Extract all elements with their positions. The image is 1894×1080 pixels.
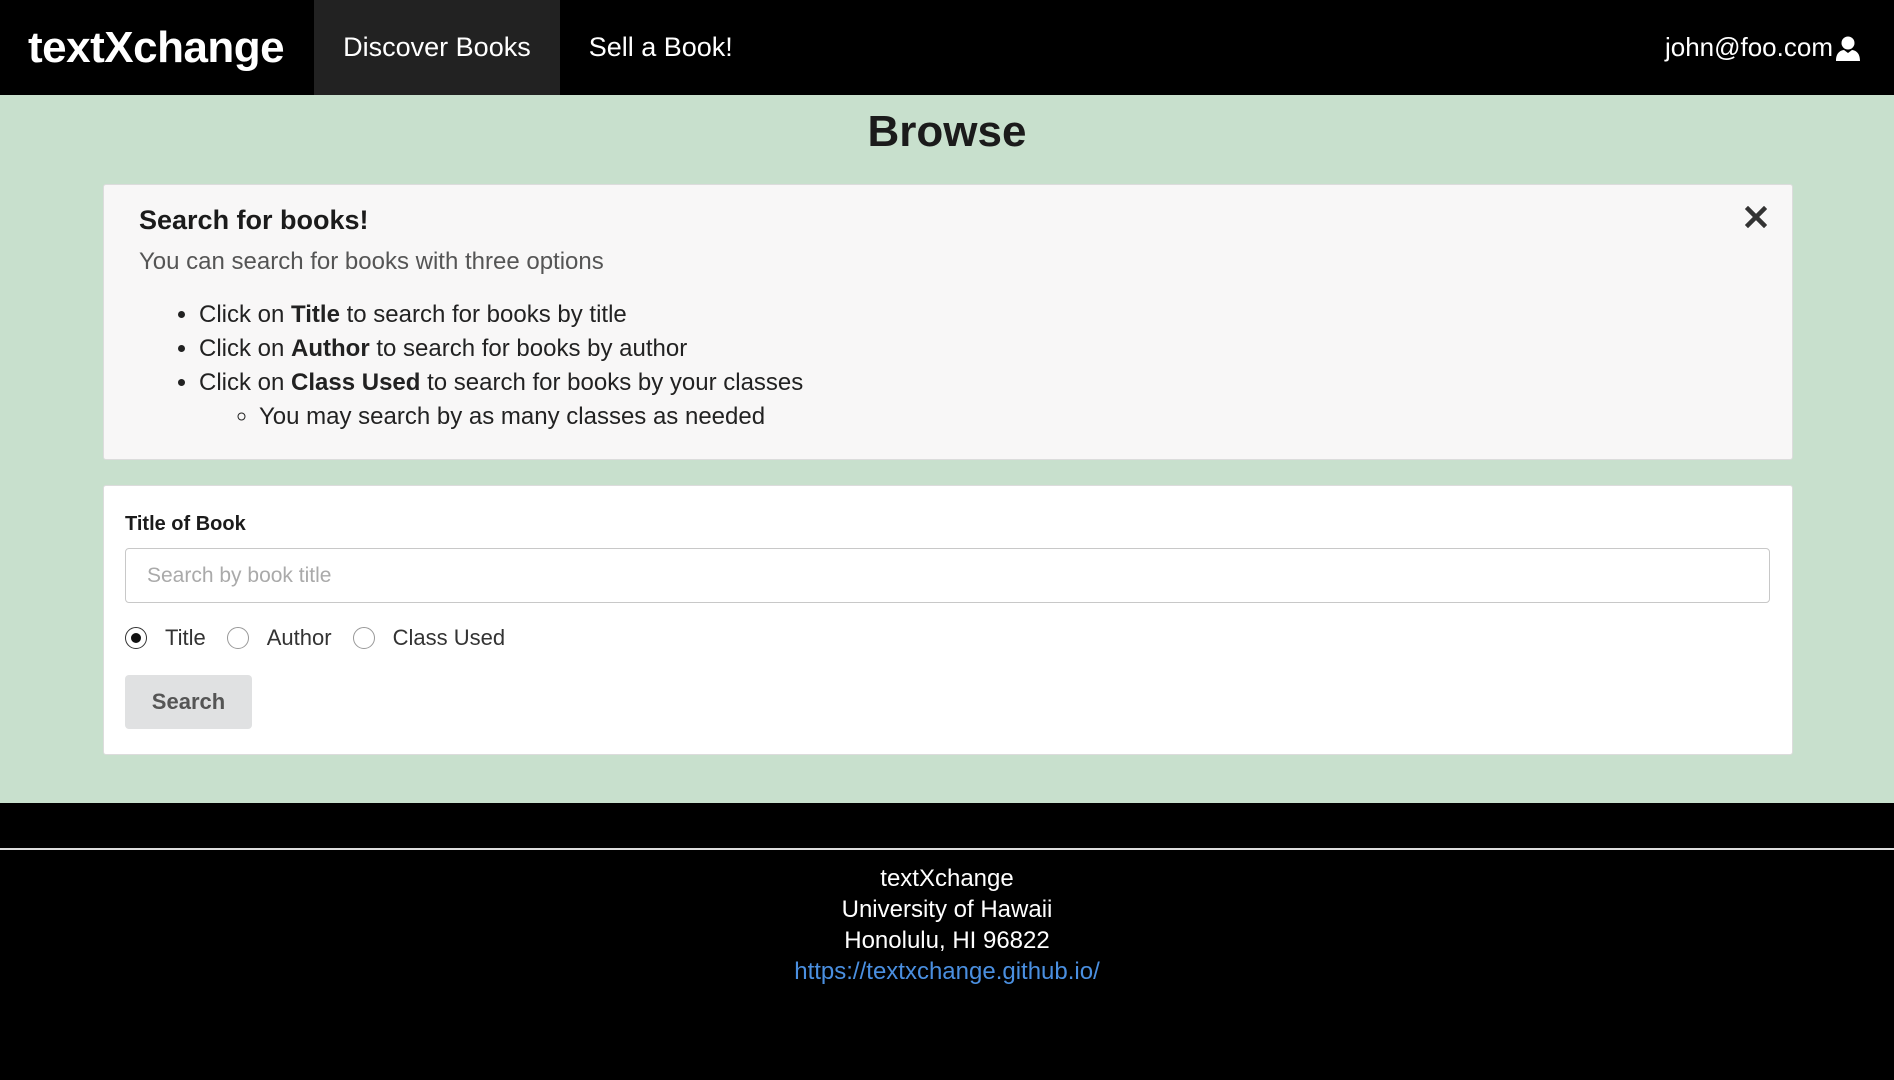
footer-link[interactable]: https://textxchange.github.io/ (794, 958, 1100, 985)
info-item-author: Click on Author to search for books by a… (199, 332, 1757, 366)
info-title: Search for books! (139, 205, 369, 235)
user-icon (1835, 35, 1861, 61)
top-navbar: textXchange Discover Books Sell a Book! … (0, 0, 1894, 95)
main-content: Browse Search for books! You can search … (0, 95, 1894, 803)
info-message: Search for books! You can search for boo… (103, 184, 1793, 460)
page-title: Browse (867, 107, 1027, 156)
radio-class-used-label: Class Used (392, 625, 506, 650)
radio-author[interactable] (226, 627, 249, 649)
nav-sell-a-book[interactable]: Sell a Book! (560, 0, 762, 95)
user-email: john@foo.com (1664, 32, 1833, 62)
info-item-title: Click on Title to search for books by ti… (199, 298, 1757, 332)
footer-line-name: textXchange (880, 865, 1014, 892)
search-input[interactable] (125, 548, 1770, 603)
footer-text: textXchange University of Hawaii Honolul… (0, 863, 1894, 987)
close-icon[interactable] (1744, 205, 1768, 229)
radio-option-title[interactable]: Title (125, 625, 206, 651)
radio-title-label: Title (165, 625, 206, 650)
info-subtitle: You can search for books with three opti… (139, 248, 604, 275)
brand-logo[interactable]: textXchange (0, 0, 314, 95)
search-mode-radios: Title Author Class Used (125, 625, 526, 651)
radio-title[interactable] (125, 627, 147, 649)
info-list: Click on Title to search for books by ti… (199, 298, 1757, 434)
radio-option-class-used[interactable]: Class Used (352, 625, 506, 651)
info-sublist: You may search by as many classes as nee… (259, 400, 1757, 434)
nav-discover-books[interactable]: Discover Books (314, 0, 560, 95)
search-field-label: Title of Book (125, 513, 246, 535)
radio-author-label: Author (266, 625, 332, 650)
footer: textXchange University of Hawaii Honolul… (0, 803, 1894, 1080)
radio-class-used[interactable] (352, 627, 375, 649)
info-item-class: Click on Class Used to search for books … (199, 366, 1757, 434)
footer-line-address: Honolulu, HI 96822 (844, 927, 1050, 954)
info-subitem: You may search by as many classes as nee… (259, 400, 1757, 434)
footer-line-university: University of Hawaii (841, 896, 1053, 923)
radio-option-author[interactable]: Author (226, 625, 332, 651)
user-menu[interactable]: john@foo.com (1665, 0, 1894, 95)
search-form: Title of Book Title Author Class Used Se… (103, 485, 1793, 755)
footer-divider (0, 848, 1894, 850)
search-button[interactable]: Search (125, 675, 252, 729)
